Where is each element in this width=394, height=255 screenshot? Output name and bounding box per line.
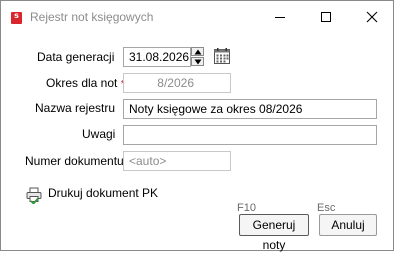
calendar-icon[interactable] (214, 48, 230, 64)
printer-check-icon[interactable] (26, 187, 43, 205)
document-number-field: <auto> (123, 151, 231, 171)
dialog-window: s Rejestr not księgowych Data generacji … (0, 0, 394, 252)
minimize-icon (275, 17, 285, 18)
title-bar[interactable]: s Rejestr not księgowych (1, 1, 393, 33)
cancel-shortcut-hint: Esc (317, 202, 336, 214)
register-name-field[interactable]: Noty księgowe za okres 08/2026 (123, 99, 377, 119)
remarks-label: Uwagi (82, 127, 116, 141)
date-label: Data generacji (37, 50, 115, 64)
date-decrement-button[interactable] (191, 57, 204, 66)
triangle-down-icon (194, 59, 202, 65)
app-logo-icon: s (11, 11, 22, 24)
remarks-field[interactable] (123, 125, 377, 145)
register-name-label: Nazwa rejestru (35, 101, 116, 115)
close-button[interactable] (349, 1, 394, 33)
maximize-button[interactable] (303, 1, 349, 33)
print-document-label[interactable]: Drukuj dokument PK (48, 186, 158, 200)
period-label-text: Okres dla not (46, 76, 118, 90)
close-icon (366, 11, 378, 23)
minimize-button[interactable] (257, 1, 303, 33)
cancel-button[interactable]: Anuluj (319, 214, 377, 236)
date-increment-button[interactable] (191, 47, 204, 56)
document-number-label: Numer dokumentu (25, 154, 124, 168)
generate-shortcut-hint: F10 (237, 202, 256, 214)
generate-notes-button[interactable]: Generuj noty (239, 214, 309, 252)
window-title: Rejestr not księgowych (30, 10, 154, 24)
maximize-icon (321, 12, 331, 22)
app-logo-letter: s (14, 11, 19, 20)
period-label: Okres dla not * (46, 76, 125, 90)
date-field[interactable]: 31.08.2026 (123, 47, 191, 67)
triangle-up-icon (194, 49, 202, 55)
period-field: 8/2026 (123, 73, 231, 93)
date-spinner[interactable] (191, 47, 204, 66)
